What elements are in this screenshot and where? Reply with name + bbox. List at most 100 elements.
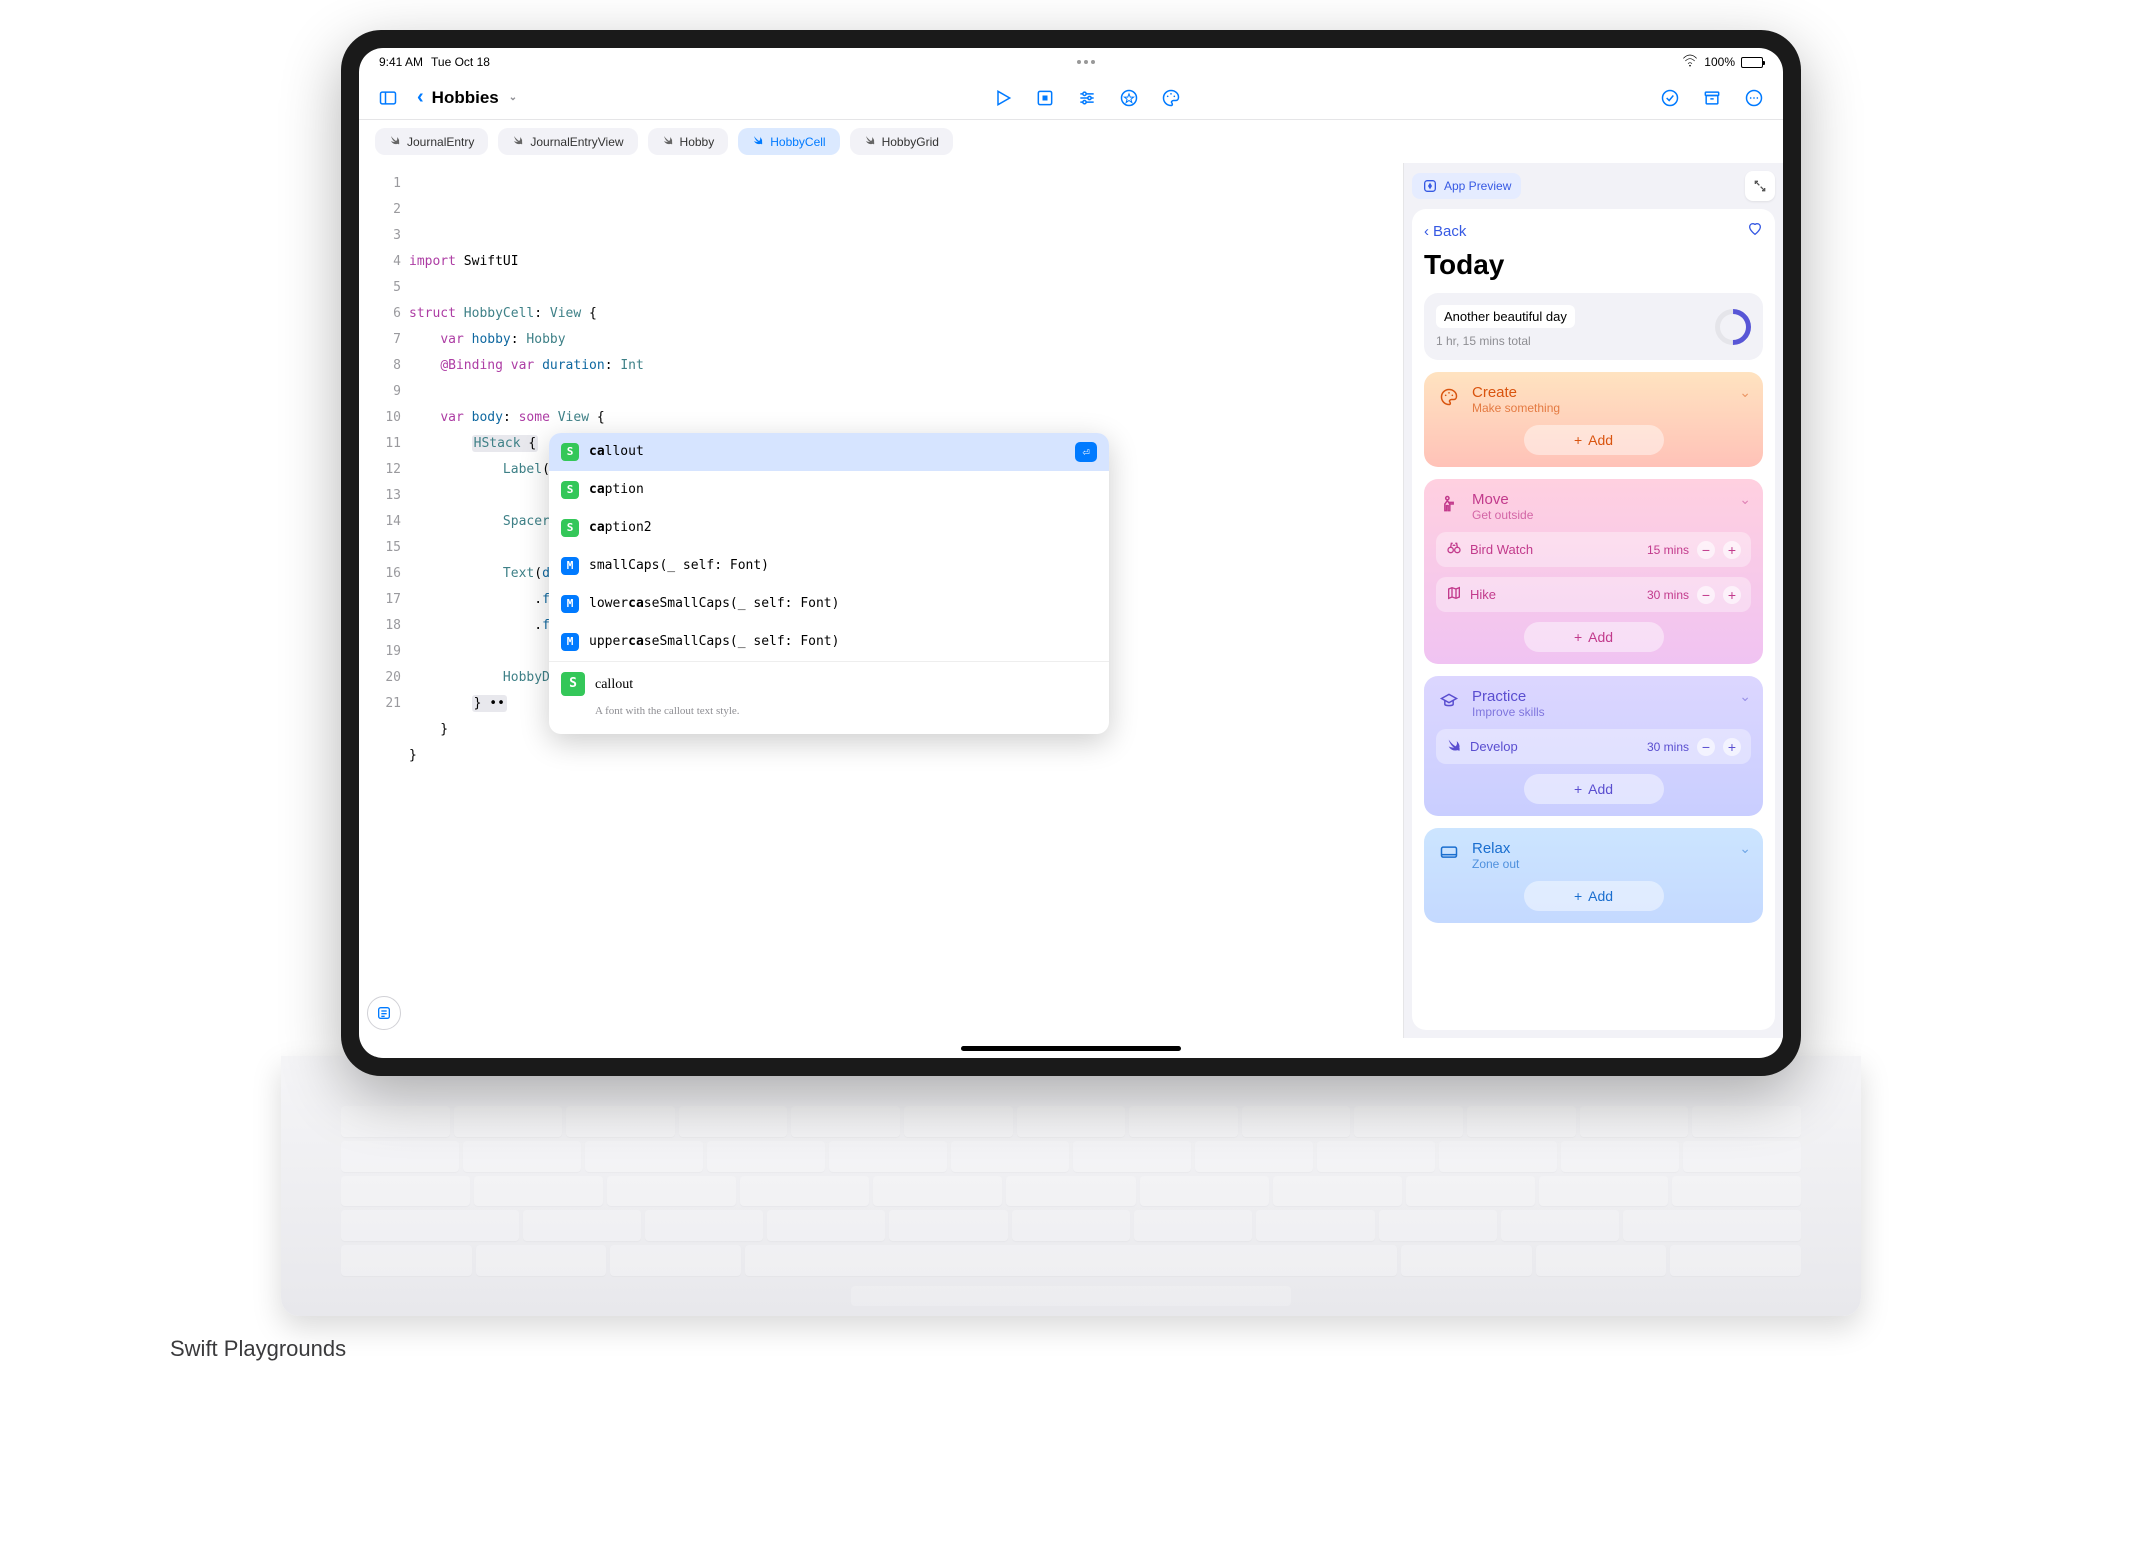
card-subtitle: Zone out <box>1472 857 1729 871</box>
hobby-card[interactable]: Move Get outside ⌄ Bird Watch 15 mins − … <box>1424 479 1763 664</box>
code-area[interactable]: import SwiftUI struct HobbyCell: View { … <box>409 163 1403 1038</box>
preview-content[interactable]: ‹ Back Today Another beautiful day 1 hr,… <box>1412 209 1775 1030</box>
chevron-down-icon[interactable]: ⌄ <box>1739 384 1751 401</box>
completion-kind-badge: S <box>561 672 585 696</box>
tab-hobby[interactable]: Hobby <box>648 128 729 155</box>
checkmark-icon[interactable] <box>1657 85 1683 111</box>
card-icon <box>1436 491 1462 517</box>
expand-preview-button[interactable] <box>1745 171 1775 201</box>
preview-badge[interactable]: App Preview <box>1412 173 1521 199</box>
insert-snippet-button[interactable] <box>367 996 401 1030</box>
plus-button[interactable]: + <box>1723 586 1741 604</box>
tab-journalentryview[interactable]: JournalEntryView <box>498 128 637 155</box>
code-line[interactable]: } <box>409 743 1403 769</box>
autocomplete-item[interactable]: Scaption2 <box>549 509 1109 547</box>
ipad-frame: 9:41 AM Tue Oct 18 100% ‹ <box>341 30 1801 1076</box>
code-line[interactable]: struct HobbyCell: View { <box>409 301 1403 327</box>
hobby-card[interactable]: Practice Improve skills ⌄ Develop 30 min… <box>1424 676 1763 816</box>
card-icon <box>1436 384 1462 410</box>
add-button[interactable]: +Add <box>1524 881 1664 911</box>
status-date: Tue Oct 18 <box>431 55 490 69</box>
code-line[interactable]: import SwiftUI <box>409 249 1403 275</box>
plus-button[interactable]: + <box>1723 738 1741 756</box>
preview-panel: App Preview ‹ Back <box>1403 163 1783 1038</box>
tab-hobbycell[interactable]: HobbyCell <box>738 128 839 155</box>
completion-kind-badge: S <box>561 443 579 461</box>
activity-duration: 30 mins <box>1647 740 1689 754</box>
minus-button[interactable]: − <box>1697 738 1715 756</box>
palette-icon[interactable] <box>1158 85 1184 111</box>
battery-percent: 100% <box>1704 55 1735 69</box>
card-title: Move <box>1472 491 1729 508</box>
autocomplete-item[interactable]: MsmallCaps(_ self: Font) <box>549 547 1109 585</box>
add-button[interactable]: +Add <box>1524 425 1664 455</box>
activity-row[interactable]: Bird Watch 15 mins − + <box>1436 532 1751 567</box>
add-button[interactable]: +Add <box>1524 774 1664 804</box>
hobby-card[interactable]: Create Make something ⌄ +Add <box>1424 372 1763 467</box>
activity-row[interactable]: Develop 30 mins − + <box>1436 729 1751 764</box>
plus-icon: + <box>1574 888 1582 904</box>
stop-button[interactable] <box>1032 85 1058 111</box>
plus-icon: + <box>1574 781 1582 797</box>
run-button[interactable] <box>990 85 1016 111</box>
battery-icon <box>1741 57 1763 68</box>
more-icon[interactable] <box>1741 85 1767 111</box>
summary-subtitle: 1 hr, 15 mins total <box>1436 334 1575 348</box>
return-key-icon[interactable]: ⏎ <box>1075 442 1097 462</box>
chevron-down-icon[interactable]: ⌄ <box>1739 840 1751 857</box>
swift-icon <box>1446 737 1462 756</box>
chevron-down-icon[interactable]: ⌄ <box>509 92 517 103</box>
card-subtitle: Make something <box>1472 401 1729 415</box>
minus-button[interactable]: − <box>1697 541 1715 559</box>
swift-icon <box>512 134 524 149</box>
back-chevron-icon[interactable]: ‹ <box>417 86 424 109</box>
file-tabs: JournalEntry JournalEntryView Hobby HobbyCe… <box>359 120 1783 163</box>
breadcrumb[interactable]: ‹ Hobbies ⌄ <box>417 86 517 109</box>
completion-kind-badge: M <box>561 557 579 575</box>
plus-button[interactable]: + <box>1723 541 1741 559</box>
settings-sliders-icon[interactable] <box>1074 85 1100 111</box>
multitask-dots[interactable] <box>1077 60 1095 64</box>
home-indicator[interactable] <box>359 1038 1783 1058</box>
code-line[interactable] <box>409 275 1403 301</box>
chevron-left-icon: ‹ <box>1424 223 1429 240</box>
preview-back-button[interactable]: ‹ Back <box>1424 223 1466 240</box>
activity-row[interactable]: Hike 30 mins − + <box>1436 577 1751 612</box>
card-title: Practice <box>1472 688 1729 705</box>
code-line[interactable]: var hobby: Hobby <box>409 327 1403 353</box>
card-title: Relax <box>1472 840 1729 857</box>
autocomplete-item[interactable]: MlowercaseSmallCaps(_ self: Font) <box>549 585 1109 623</box>
sidebar-toggle-icon[interactable] <box>375 85 401 111</box>
star-icon[interactable] <box>1116 85 1142 111</box>
autocomplete-item[interactable]: Scallout⏎ <box>549 433 1109 471</box>
screen: 9:41 AM Tue Oct 18 100% ‹ <box>359 48 1783 1058</box>
autocomplete-popup[interactable]: Scallout⏎ScaptionScaption2MsmallCaps(_ s… <box>549 433 1109 734</box>
tab-journalentry[interactable]: JournalEntry <box>375 128 488 155</box>
plus-icon: + <box>1574 629 1582 645</box>
code-line[interactable]: var body: some View { <box>409 405 1403 431</box>
hobby-card[interactable]: Relax Zone out ⌄ +Add <box>1424 828 1763 923</box>
code-editor[interactable]: 123456789101112131415161718192021 import… <box>359 163 1403 1038</box>
swift-icon <box>389 134 401 149</box>
add-button[interactable]: +Add <box>1524 622 1664 652</box>
tab-hobbygrid[interactable]: HobbyGrid <box>850 128 953 155</box>
code-line[interactable]: @Binding var duration: Int <box>409 353 1403 379</box>
autocomplete-item[interactable]: Scaption <box>549 471 1109 509</box>
minus-button[interactable]: − <box>1697 586 1715 604</box>
keyboard-base <box>281 1056 1861 1316</box>
plus-icon: + <box>1574 432 1582 448</box>
summary-label[interactable]: Another beautiful day <box>1436 305 1575 328</box>
card-subtitle: Improve skills <box>1472 705 1729 719</box>
card-icon <box>1436 840 1462 866</box>
chevron-down-icon[interactable]: ⌄ <box>1739 491 1751 508</box>
code-line[interactable] <box>409 379 1403 405</box>
status-bar: 9:41 AM Tue Oct 18 100% <box>359 48 1783 76</box>
code-line[interactable] <box>409 769 1403 795</box>
autocomplete-item[interactable]: MuppercaseSmallCaps(_ self: Font) <box>549 623 1109 661</box>
archive-icon[interactable] <box>1699 85 1725 111</box>
swift-icon <box>864 134 876 149</box>
heart-icon[interactable] <box>1747 221 1763 241</box>
chevron-down-icon[interactable]: ⌄ <box>1739 688 1751 705</box>
preview-title: Today <box>1424 249 1763 281</box>
binoculars-icon <box>1446 540 1462 559</box>
